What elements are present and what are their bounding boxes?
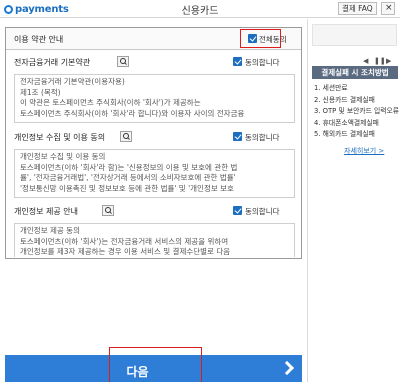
search-icon[interactable]	[102, 205, 114, 216]
search-icon[interactable]	[120, 131, 132, 142]
agree-label[interactable]: 동의합니다	[245, 57, 280, 68]
chevron-right-icon	[279, 360, 295, 376]
banner-ad[interactable]	[312, 24, 397, 46]
section-head-privacy-collection: 개인정보 수집 및 이용 동의 동의합니다	[6, 129, 301, 147]
terms-text-electronic-finance[interactable]: 전자금융거래 기본약관(이용자용) 제1조 (목적) 이 약관은 토스페이먼츠 …	[14, 74, 295, 123]
terms-line: 개인정보 수집 및 이용 동의	[20, 152, 106, 161]
terms-line: 률', '전자금융거래법', '전자상거래 등에서의 소비자보호에 관한 법률'	[20, 173, 236, 182]
terms-line: 토스페이먼츠(이하 '회사')는 전자금융거래 서비스의 제공을 위하여	[20, 236, 229, 246]
banner-next-icon[interactable]: ▶	[386, 57, 391, 65]
terms-line: 개인정보 제공 동의	[20, 226, 80, 235]
section-head-electronic-finance: 전자금융거래 기본약관 동의합니다	[6, 54, 301, 72]
terms-line: 개인정보를 제3자 제공하는 경우 이용 서비스 및 결제수단별로 다음	[20, 247, 231, 256]
terms-line: '정보통신망 이용촉진 및 정보보호 등에 관한 법률' 및 '개인정보 보호	[20, 183, 234, 193]
faq-button[interactable]: 결제 FAQ	[338, 2, 377, 15]
terms-title: 이용 약관 안내	[14, 35, 64, 44]
terms-line: 토스페이먼츠 주식회사(이하 '회사'라 합니다)와 이용자 사이의 전자금융	[20, 108, 245, 118]
side-panel: ◀ ❚❚ ▶ 결제실패 시 조치방법 1. 세션만료 2. 신용카드 결제실패 …	[307, 19, 400, 382]
terms-line: 제1조 (목적)	[20, 87, 61, 97]
section-title: 전자금융거래 기본약관	[14, 58, 91, 67]
list-item[interactable]: 3. OTP 및 보안카드 입력오류	[314, 106, 399, 118]
agree-label[interactable]: 동의합니다	[245, 132, 280, 143]
list-item[interactable]: 4. 휴대폰소액결제실패	[314, 118, 398, 130]
section-title: 개인정보 수집 및 이용 동의	[14, 133, 106, 142]
agree-label[interactable]: 동의합니다	[245, 206, 280, 217]
more-link[interactable]: 자세히보기 >	[344, 146, 384, 156]
search-icon[interactable]	[117, 56, 129, 67]
close-button[interactable]: ×	[381, 2, 395, 15]
section-title: 개인정보 제공 안내	[14, 207, 78, 216]
banner-prev-icon[interactable]: ◀	[363, 57, 368, 65]
terms-agreement-box: 이용 약관 안내 전체동의 전자금융거래 기본약관 동의합니다 전자금융거래 기…	[5, 27, 302, 259]
banner-pause-icon[interactable]: ❚❚	[374, 57, 386, 65]
terms-line: 토스페이먼츠(이하 '회사'라 함)는 '신용정보의 이용 및 보호에 관한 법	[20, 162, 238, 172]
failure-guide-list: 1. 세션만료 2. 신용카드 결제실패 3. OTP 및 보안카드 입력오류 …	[314, 83, 399, 141]
list-item[interactable]: 1. 세션만료	[314, 83, 398, 95]
list-item[interactable]: 2. 신용카드 결제실패	[314, 95, 398, 107]
terms-text-privacy-provision[interactable]: 개인정보 제공 동의 토스페이먼츠(이하 '회사')는 전자금융거래 서비스의 …	[14, 223, 295, 257]
header-bar: payments 신용카드 결제 FAQ ×	[0, 0, 400, 18]
main-panel: 이용 약관 안내 전체동의 전자금융거래 기본약관 동의합니다 전자금융거래 기…	[0, 19, 306, 382]
section-head-privacy-provision: 개인정보 제공 안내 동의합니다	[6, 203, 301, 221]
terms-line: 전자금융거래 기본약관(이용자용)	[20, 77, 125, 86]
list-item[interactable]: 5. 해외카드 결제실패	[314, 129, 398, 141]
agree-checkbox[interactable]	[233, 57, 242, 66]
agree-checkbox[interactable]	[233, 132, 242, 141]
side-title: 결제실패 시 조치방법	[312, 66, 398, 79]
terms-text-privacy-collection[interactable]: 개인정보 수집 및 이용 동의 토스페이먼츠(이하 '회사'라 함)는 '신용정…	[14, 149, 295, 198]
agree-all-highlight	[240, 29, 281, 48]
terms-line: 이 약관은 토스페이먼츠 주식회사(이하 '회사')가 제공하는	[20, 98, 201, 107]
next-highlight	[109, 347, 202, 382]
agree-checkbox[interactable]	[233, 206, 242, 215]
